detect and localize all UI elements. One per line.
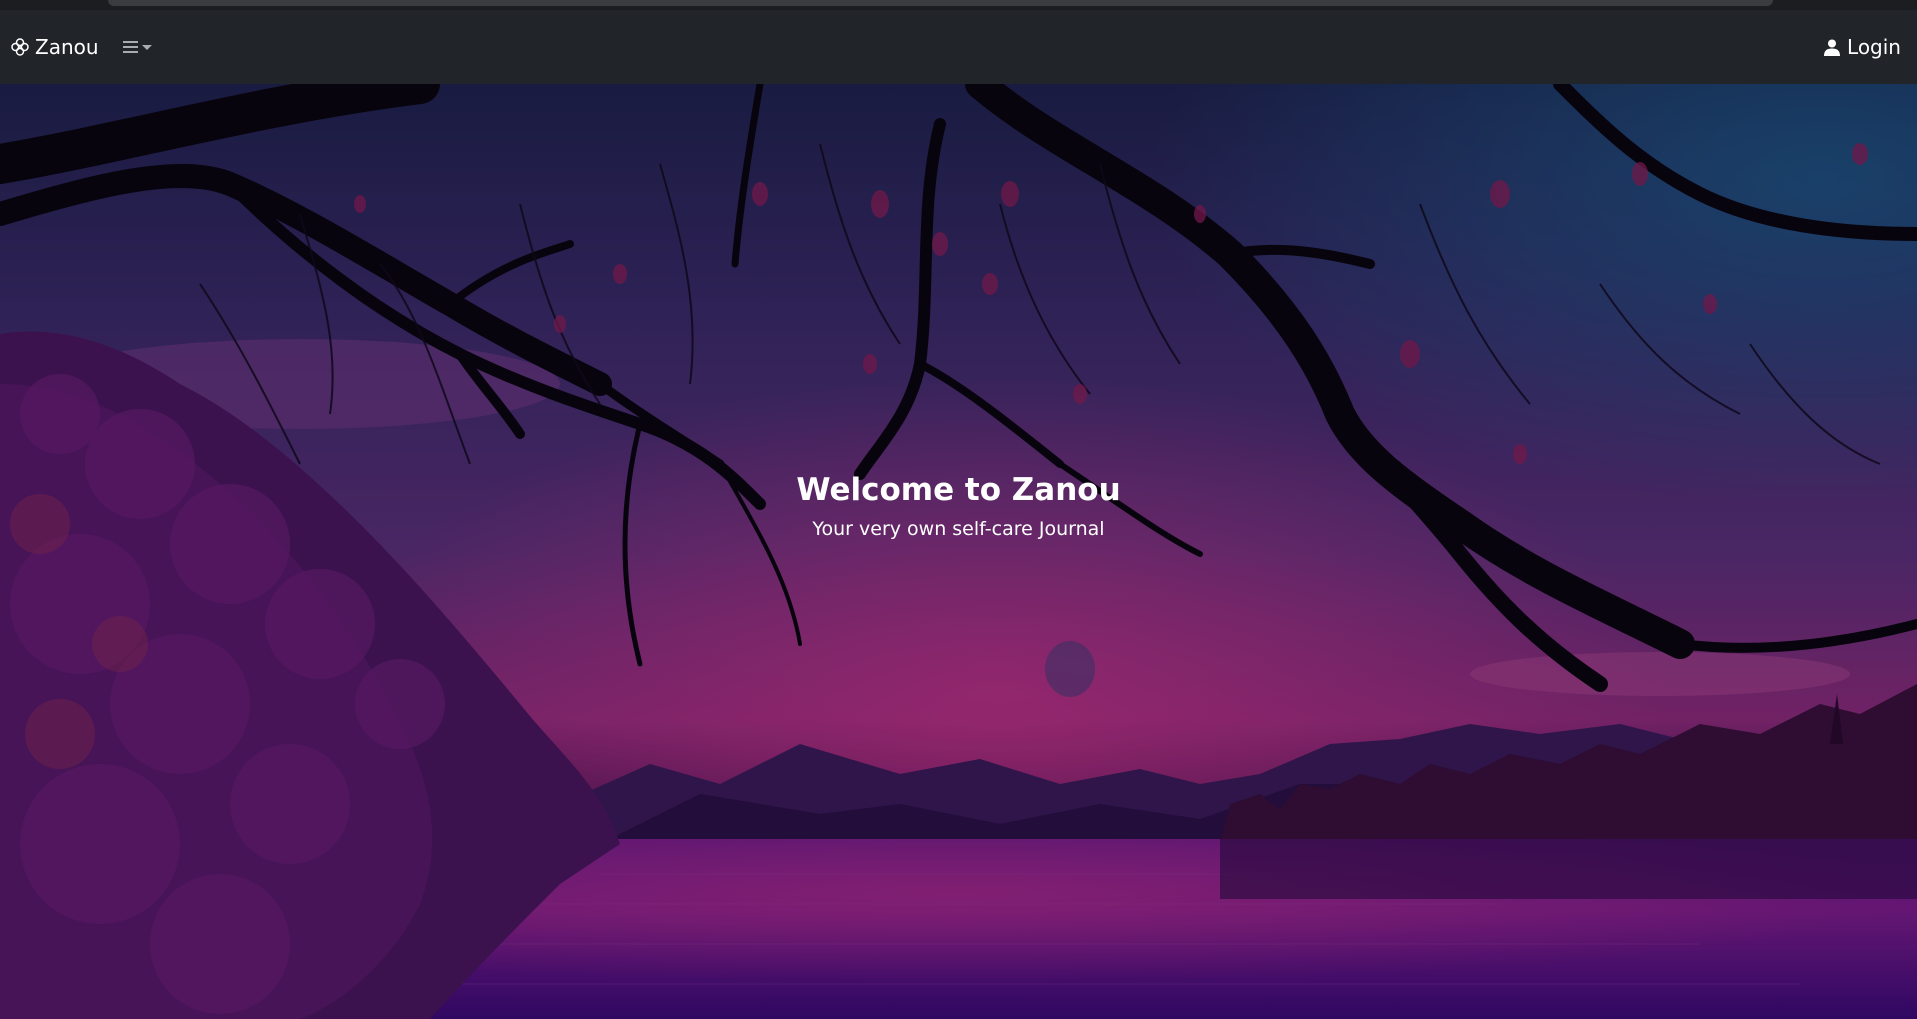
menu-dropdown-toggle[interactable] bbox=[122, 41, 152, 53]
browser-address-bar[interactable] bbox=[108, 0, 1773, 6]
hero-section: Welcome to Zanou Your very own self-care… bbox=[0, 84, 1917, 1019]
login-label: Login bbox=[1847, 35, 1901, 59]
browser-top-strip bbox=[0, 0, 1917, 10]
brand-link[interactable]: Zanou bbox=[10, 35, 99, 59]
hamburger-icon bbox=[122, 41, 138, 53]
hero-title: Welcome to Zanou bbox=[796, 472, 1121, 508]
brand-name: Zanou bbox=[35, 35, 99, 59]
hero-text-block: Welcome to Zanou Your very own self-care… bbox=[0, 470, 1917, 542]
hero-background-image bbox=[0, 84, 1917, 1019]
top-navbar: Zanou Login bbox=[0, 10, 1917, 84]
login-link[interactable]: Login bbox=[1824, 35, 1901, 59]
flower-icon bbox=[11, 38, 29, 56]
user-icon bbox=[1824, 39, 1841, 56]
caret-down-icon bbox=[141, 44, 152, 50]
hero-subtitle: Your very own self-care Journal bbox=[812, 518, 1105, 540]
